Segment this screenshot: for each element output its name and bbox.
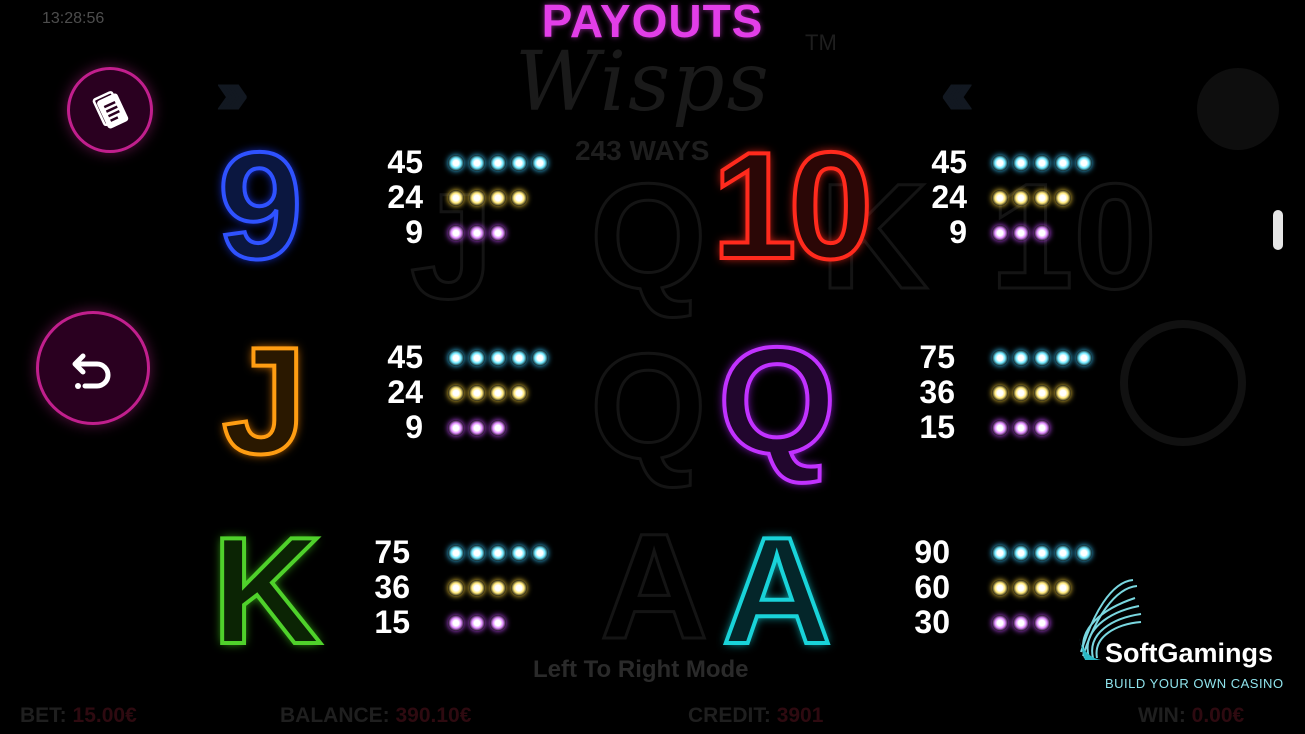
payout-three: 15 [374,604,410,640]
win-label: WIN: [1138,704,1186,727]
bet-display: BET: 15.00€ [20,704,137,728]
payout-values-9: 45 24 9 [363,145,423,250]
payout-five: 45 [387,339,423,375]
chevron-left-icon: ‹‹‹‹‹ [940,56,974,128]
page-title: PAYOUTS [541,0,764,47]
payout-four: 24 [387,179,423,215]
payout-five: 90 [914,534,950,570]
payout-values-j: 45 24 9 [363,340,423,445]
symbol-a: A [720,506,834,676]
spin-icon [1120,320,1246,446]
credit-label: CREDIT: [688,704,771,727]
payout-five: 45 [387,144,423,180]
back-button[interactable] [36,311,150,425]
match-indicators [992,340,1092,445]
bet-label: BET: [20,704,67,727]
symbol-10: 10 [710,121,875,291]
payout-values-a: 90 60 30 [890,535,950,640]
payout-four: 24 [387,374,423,410]
symbol-q: Q [716,316,838,486]
payout-three: 9 [949,214,967,250]
balance-value: 390.10€ [395,704,472,727]
symbol-k: K [210,506,324,676]
payout-four: 60 [914,569,950,605]
payout-values-10: 45 24 9 [907,145,967,250]
undo-icon [72,353,111,389]
payout-four: 36 [374,569,410,605]
reel-symbol-a: A [598,501,709,672]
payout-five: 75 [919,339,955,375]
payout-four: 36 [919,374,955,410]
match-indicators [448,340,548,445]
credit-display: CREDIT: 3901 [688,704,823,728]
symbol-9: 9 [216,121,305,291]
win-value: 0.00€ [1191,704,1245,727]
match-indicators [448,145,548,250]
watermark-tagline: BUILD YOUR OWN CASINO [1105,676,1284,691]
mode-label: Left To Right Mode [533,656,749,683]
ways-label: 243 WAYS [575,135,710,166]
chevron-right-icon: ››››› [215,56,249,128]
payout-five: 45 [931,144,967,180]
payout-values-k: 75 36 15 [350,535,410,640]
payout-three: 9 [405,214,423,250]
payout-values-q: 75 36 15 [895,340,955,445]
payout-four: 24 [931,179,967,215]
scrollbar-thumb[interactable] [1273,210,1283,250]
bet-value: 15.00€ [72,704,137,727]
watermark-name: SoftGamings [1105,638,1274,668]
match-indicators [992,145,1092,250]
paytable-button[interactable] [67,67,153,153]
balance-display: BALANCE: 390.10€ [280,704,471,728]
reel-symbol-q: Q [589,151,709,322]
payout-five: 75 [374,534,410,570]
move-arrows-icon [1197,68,1279,150]
document-icon [92,91,129,129]
credit-value: 3901 [776,704,824,727]
payout-three: 30 [914,604,950,640]
payout-three: 15 [919,409,955,445]
payout-three: 9 [405,409,423,445]
game-logo: Wisps [515,35,771,130]
win-display: WIN: 0.00€ [1138,704,1244,728]
reel-symbol-q: Q [589,321,709,492]
balance-label: BALANCE: [280,704,390,727]
match-indicators [448,535,548,640]
softgamings-watermark: SoftGamings BUILD YOUR OWN CASINO [1070,578,1300,698]
symbol-j: J [220,316,309,486]
